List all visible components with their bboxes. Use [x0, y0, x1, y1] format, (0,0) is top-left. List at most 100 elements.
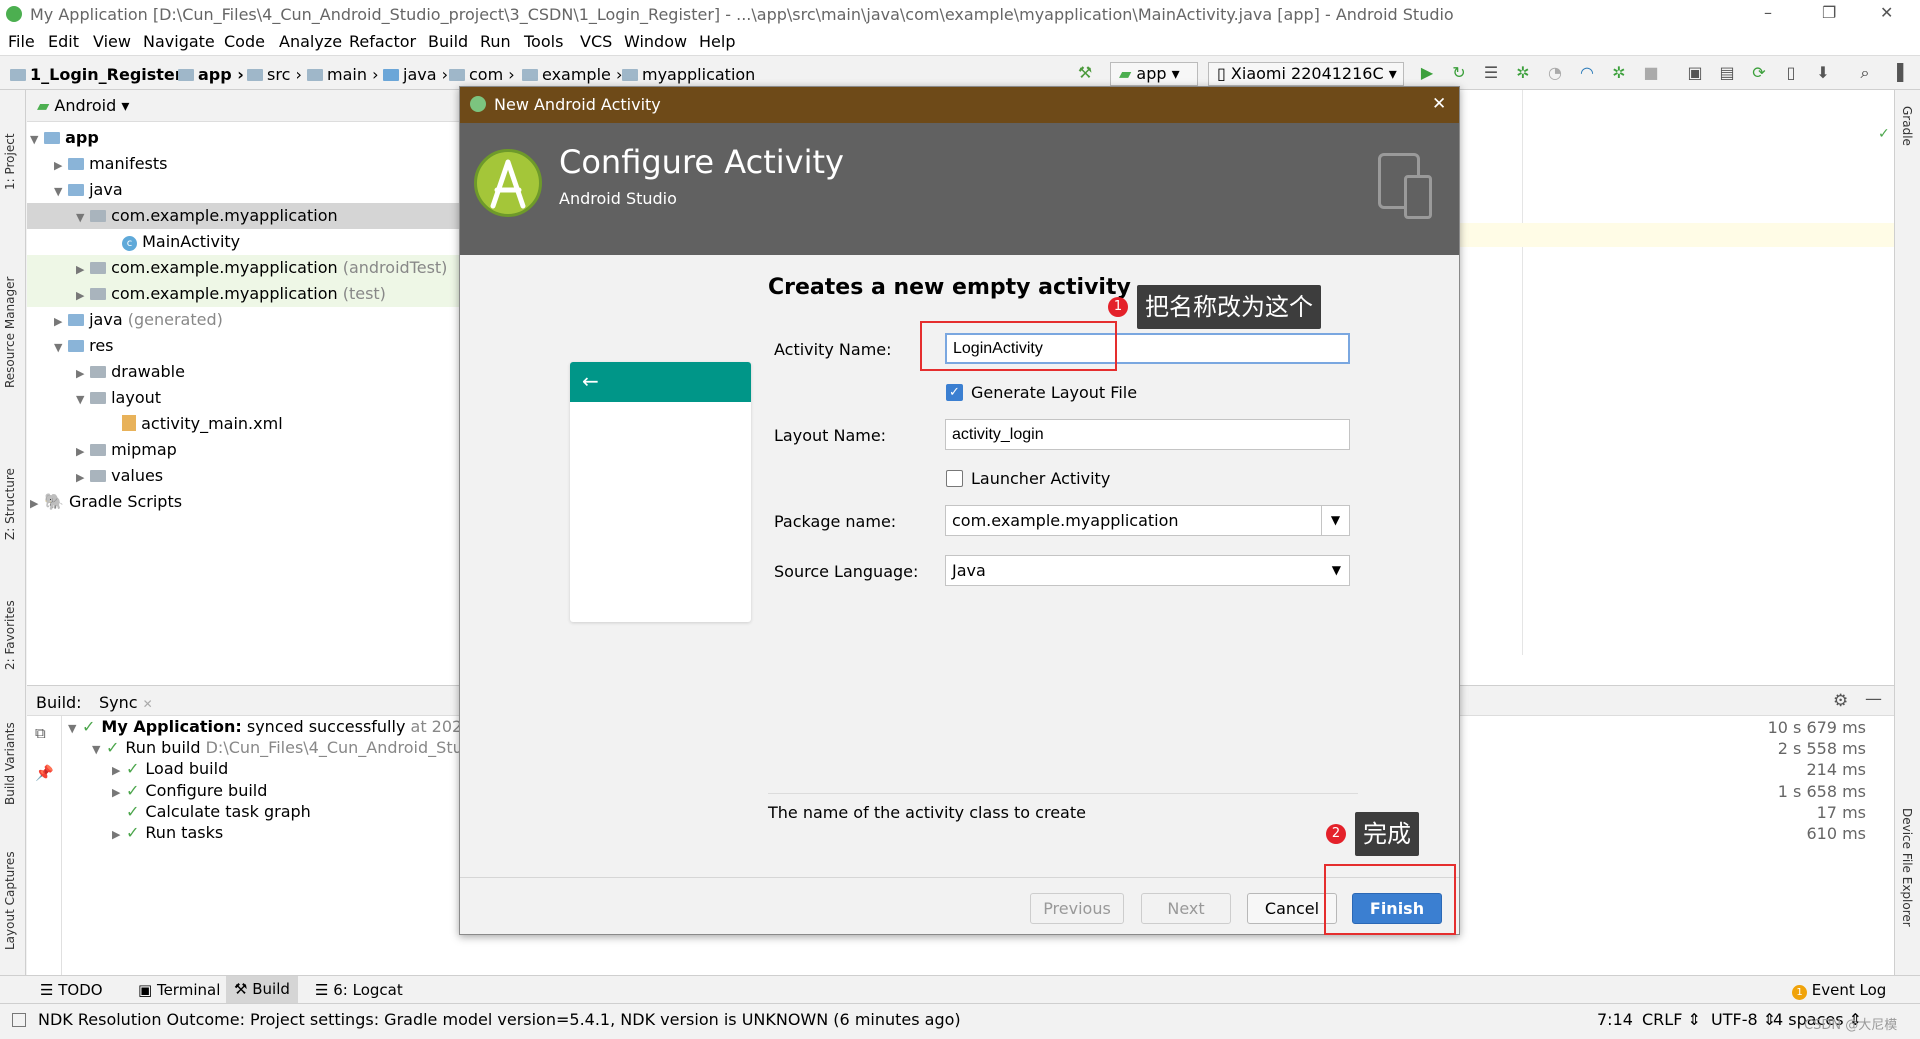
logcat-tab[interactable]: ☰ 6: Logcat [315, 981, 403, 999]
structure-tool-tab[interactable]: Z: Structure [3, 440, 17, 540]
sdk-manager-icon[interactable]: ⬇ [1814, 64, 1832, 82]
tree-item-mainactivity[interactable]: c MainActivity [122, 229, 460, 255]
collapse-icon[interactable]: ▐ [1888, 64, 1906, 82]
caret-position[interactable]: 7:14 [1597, 1010, 1633, 1029]
make-project-hammer-icon[interactable]: ⚒ [1076, 64, 1094, 82]
collapsed-arrow-icon: ▶ [112, 764, 121, 777]
device-select[interactable]: ▯ Xiaomi 22041216C ▾ [1208, 62, 1404, 86]
source-language-select[interactable]: Java ▼ [945, 555, 1350, 586]
breadcrumb-example[interactable]: example › [522, 65, 622, 84]
tree-item-package-main[interactable]: ▼ com.example.myapplication [27, 203, 460, 229]
sync-tab[interactable]: Sync ✕ [99, 693, 153, 712]
tree-item-java-generated[interactable]: ▶ java (generated) [54, 307, 460, 333]
debug-icon[interactable]: ✲ [1514, 64, 1532, 82]
breadcrumb-main[interactable]: main › [307, 65, 378, 84]
line-separator[interactable]: CRLF ⇕ [1642, 1010, 1701, 1029]
device-file-explorer-tab[interactable]: Device File Explorer [1900, 808, 1914, 958]
menu-file[interactable]: File [8, 32, 35, 51]
apply-changes-icon[interactable]: ↻ [1450, 64, 1468, 82]
launcher-activity-checkbox[interactable] [946, 470, 963, 487]
menu-refactor[interactable]: Refactor [349, 32, 416, 51]
stop-icon[interactable]: ■ [1642, 64, 1660, 82]
breadcrumb-project[interactable]: 1_Login_Register › [10, 65, 195, 84]
build-line[interactable]: ▼ ✓ My Application: synced successfully at… [68, 716, 504, 737]
layout-inspector-icon[interactable]: ▤ [1718, 64, 1736, 82]
build-line[interactable]: ▼ ✓ Run build D:\Cun_Files\4_Cun_Android_S… [92, 737, 477, 758]
todo-tab[interactable]: ☰ TODO [40, 981, 103, 999]
menu-edit[interactable]: Edit [48, 32, 79, 51]
breadcrumb-app[interactable]: app › [178, 65, 244, 84]
breadcrumb-java[interactable]: java › [383, 65, 448, 84]
avd-manager-icon[interactable]: ▯ [1782, 64, 1800, 82]
tree-item-app[interactable]: ▼ app [30, 125, 460, 151]
tree-item-package-test[interactable]: ▶ com.example.myapplication (test) [27, 281, 460, 307]
package-name-combo[interactable]: com.example.myapplication ▼ [945, 505, 1350, 536]
status-message[interactable]: NDK Resolution Outcome: Project settings… [38, 1010, 961, 1029]
menu-window[interactable]: Window [624, 32, 687, 51]
file-encoding[interactable]: UTF-8 ⇕ [1711, 1010, 1776, 1029]
layout-name-input[interactable] [945, 419, 1350, 450]
build-tab[interactable]: ⚒ Build [226, 976, 298, 1003]
breadcrumb-myapplication[interactable]: myapplication [622, 65, 755, 84]
previous-button[interactable]: Previous [1030, 893, 1124, 924]
menu-vcs[interactable]: VCS [580, 32, 612, 51]
close-window-button[interactable]: ✕ [1880, 3, 1893, 22]
project-view-select[interactable]: ▰ Android ▾ [37, 96, 129, 115]
menu-tools[interactable]: Tools [524, 32, 563, 51]
project-structure-icon[interactable]: ▣ [1686, 64, 1704, 82]
layout-captures-tab[interactable]: Layout Captures [3, 835, 17, 950]
build-line[interactable]: ▶ ✓ Configure build [112, 780, 267, 801]
settings-gear-icon[interactable]: ⚙ [1833, 691, 1848, 711]
menu-help[interactable]: Help [699, 32, 735, 51]
chevron-down-icon[interactable]: ▼ [1321, 506, 1349, 535]
tree-item-activity-main-xml[interactable]: activity_main.xml [122, 411, 460, 437]
toggle-tool-windows-icon[interactable] [12, 1013, 26, 1027]
profile-icon[interactable]: ◔ [1546, 64, 1564, 82]
attach-debugger-icon[interactable]: ✲ [1610, 64, 1628, 82]
next-button[interactable]: Next [1141, 893, 1231, 924]
menu-analyze[interactable]: Analyze [279, 32, 342, 51]
tree-item-package-androidtest[interactable]: ▶ com.example.myapplication (androidTest… [27, 255, 460, 281]
search-icon[interactable]: ⌕ [1856, 64, 1874, 82]
restore-button[interactable]: ❐ [1822, 3, 1836, 22]
build-line[interactable]: ▶ ✓ Run tasks [112, 822, 223, 843]
run-icon[interactable]: ▶ [1418, 64, 1436, 82]
collapsed-arrow-icon: ▶ [54, 159, 63, 172]
tree-item-gradle-scripts[interactable]: ▶ 🐘 Gradle Scripts [30, 489, 460, 515]
tree-item-manifests[interactable]: ▶ manifests [54, 151, 460, 177]
build-variants-tab[interactable]: Build Variants [3, 695, 17, 805]
dialog-close-button[interactable]: ✕ [1432, 94, 1446, 114]
run-config-select[interactable]: ▰ app ▾ [1110, 62, 1198, 86]
restart-build-icon[interactable]: ⧉ [35, 724, 46, 742]
close-tab-icon[interactable]: ✕ [143, 697, 153, 711]
tree-item-res[interactable]: ▼ res [54, 333, 460, 359]
logcat-icon: ☰ [315, 981, 329, 999]
generate-layout-checkbox[interactable]: ✓ [946, 384, 963, 401]
build-line[interactable]: ▶ ✓ Load build [112, 758, 228, 779]
tree-item-drawable[interactable]: ▶ drawable [76, 359, 460, 385]
tree-item-java[interactable]: ▼ java [54, 177, 460, 203]
pin-icon[interactable]: 📌 [35, 764, 54, 782]
resource-manager-tab[interactable]: Resource Manager [3, 230, 17, 388]
event-log-tab[interactable]: 1 Event Log [1792, 981, 1886, 1000]
hide-panel-icon[interactable]: — [1865, 689, 1882, 709]
project-tool-tab[interactable]: 1: Project [3, 108, 17, 190]
profiler-icon[interactable]: ◠ [1578, 64, 1596, 82]
menu-code[interactable]: Code [224, 32, 265, 51]
sync-gradle-icon[interactable]: ⟳ [1750, 64, 1768, 82]
tree-item-layout[interactable]: ▼ layout [76, 385, 460, 411]
tree-item-mipmap[interactable]: ▶ mipmap [76, 437, 460, 463]
menu-navigate[interactable]: Navigate [143, 32, 215, 51]
gradle-tool-tab[interactable]: Gradle [1900, 106, 1914, 166]
tree-item-values[interactable]: ▶ values [76, 463, 460, 489]
menu-run[interactable]: Run [480, 32, 511, 51]
terminal-tab[interactable]: ▣ Terminal [138, 981, 220, 999]
breadcrumb-src[interactable]: src › [247, 65, 302, 84]
breadcrumb-com[interactable]: com › [449, 65, 515, 84]
menu-build[interactable]: Build [428, 32, 468, 51]
minimize-button[interactable]: – [1764, 3, 1772, 22]
favorites-tool-tab[interactable]: 2: Favorites [3, 570, 17, 670]
menu-view[interactable]: View [93, 32, 131, 51]
build-line[interactable]: ✓ Calculate task graph [126, 801, 311, 822]
apply-code-changes-icon[interactable]: ☰ [1482, 64, 1500, 82]
